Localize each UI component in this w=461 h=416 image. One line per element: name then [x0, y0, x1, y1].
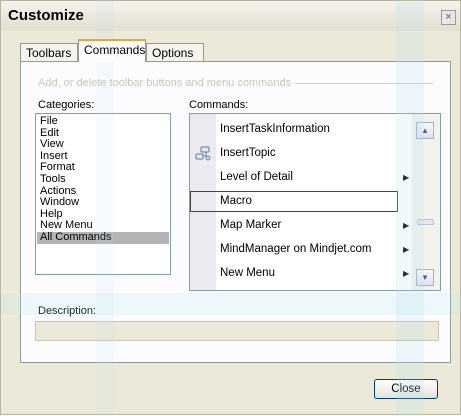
description-label: Description:: [38, 305, 97, 317]
group-divider: [293, 83, 433, 84]
commands-tab-panel: Add, or delete toolbar buttons and menu …: [20, 61, 451, 363]
categories-list[interactable]: File Edit View Insert Format Tools Actio…: [35, 113, 171, 275]
command-item[interactable]: InsertTaskInformation: [190, 118, 412, 142]
scroll-thumb[interactable]: [417, 219, 434, 225]
command-label: MindManager on Mindjet.com: [220, 243, 372, 255]
category-item[interactable]: Tools: [37, 173, 169, 186]
categories-label: Categories:: [38, 99, 95, 111]
commands-scrollbar[interactable]: ▲ ▼: [412, 114, 440, 290]
command-item[interactable]: MindManager on Mindjet.com ▶: [190, 238, 412, 262]
command-item[interactable]: New Menu ▶: [190, 262, 412, 286]
command-label: New Menu: [220, 267, 275, 279]
scroll-down-button[interactable]: ▼: [416, 269, 434, 286]
command-label: Level of Detail: [220, 171, 293, 183]
tab-toolbars[interactable]: Toolbars: [20, 43, 78, 61]
command-item[interactable]: InsertTopic: [190, 142, 412, 166]
category-item[interactable]: Window: [37, 197, 169, 209]
scroll-up-button[interactable]: ▲: [416, 122, 434, 139]
command-item-selected[interactable]: Macro: [190, 190, 412, 214]
insert-topic-icon: [195, 146, 211, 161]
commands-label: Commands:: [189, 99, 249, 111]
submenu-arrow-icon: ▶: [403, 173, 410, 182]
command-item[interactable]: Map Marker ▶: [190, 214, 412, 238]
category-item-selected[interactable]: All Commands: [37, 231, 169, 244]
tab-commands[interactable]: Commands: [78, 39, 146, 62]
close-icon[interactable]: ×: [441, 10, 456, 25]
tab-options[interactable]: Options: [146, 43, 204, 61]
description-field: [35, 321, 439, 341]
command-item[interactable]: Level of Detail ▶: [190, 166, 412, 190]
commands-list[interactable]: InsertTaskInformation InsertTopic Level …: [189, 113, 441, 291]
category-item[interactable]: File: [37, 115, 169, 128]
command-label: InsertTaskInformation: [220, 123, 330, 135]
customize-dialog: Customize × Toolbars Commands Options Ad…: [0, 0, 461, 416]
submenu-arrow-icon: ▶: [403, 221, 410, 230]
title-bar: Customize ×: [1, 1, 460, 31]
command-label: InsertTopic: [220, 147, 276, 159]
submenu-arrow-icon: ▶: [403, 269, 410, 278]
chevron-down-icon: ▼: [421, 273, 429, 282]
group-caption: Add, or delete toolbar buttons and menu …: [38, 77, 296, 89]
command-label: Map Marker: [220, 219, 282, 231]
close-button[interactable]: Close: [374, 379, 438, 399]
submenu-arrow-icon: ▶: [403, 245, 410, 254]
dialog-title: Customize: [8, 7, 84, 24]
command-label: Macro: [220, 195, 252, 207]
chevron-up-icon: ▲: [421, 126, 429, 135]
